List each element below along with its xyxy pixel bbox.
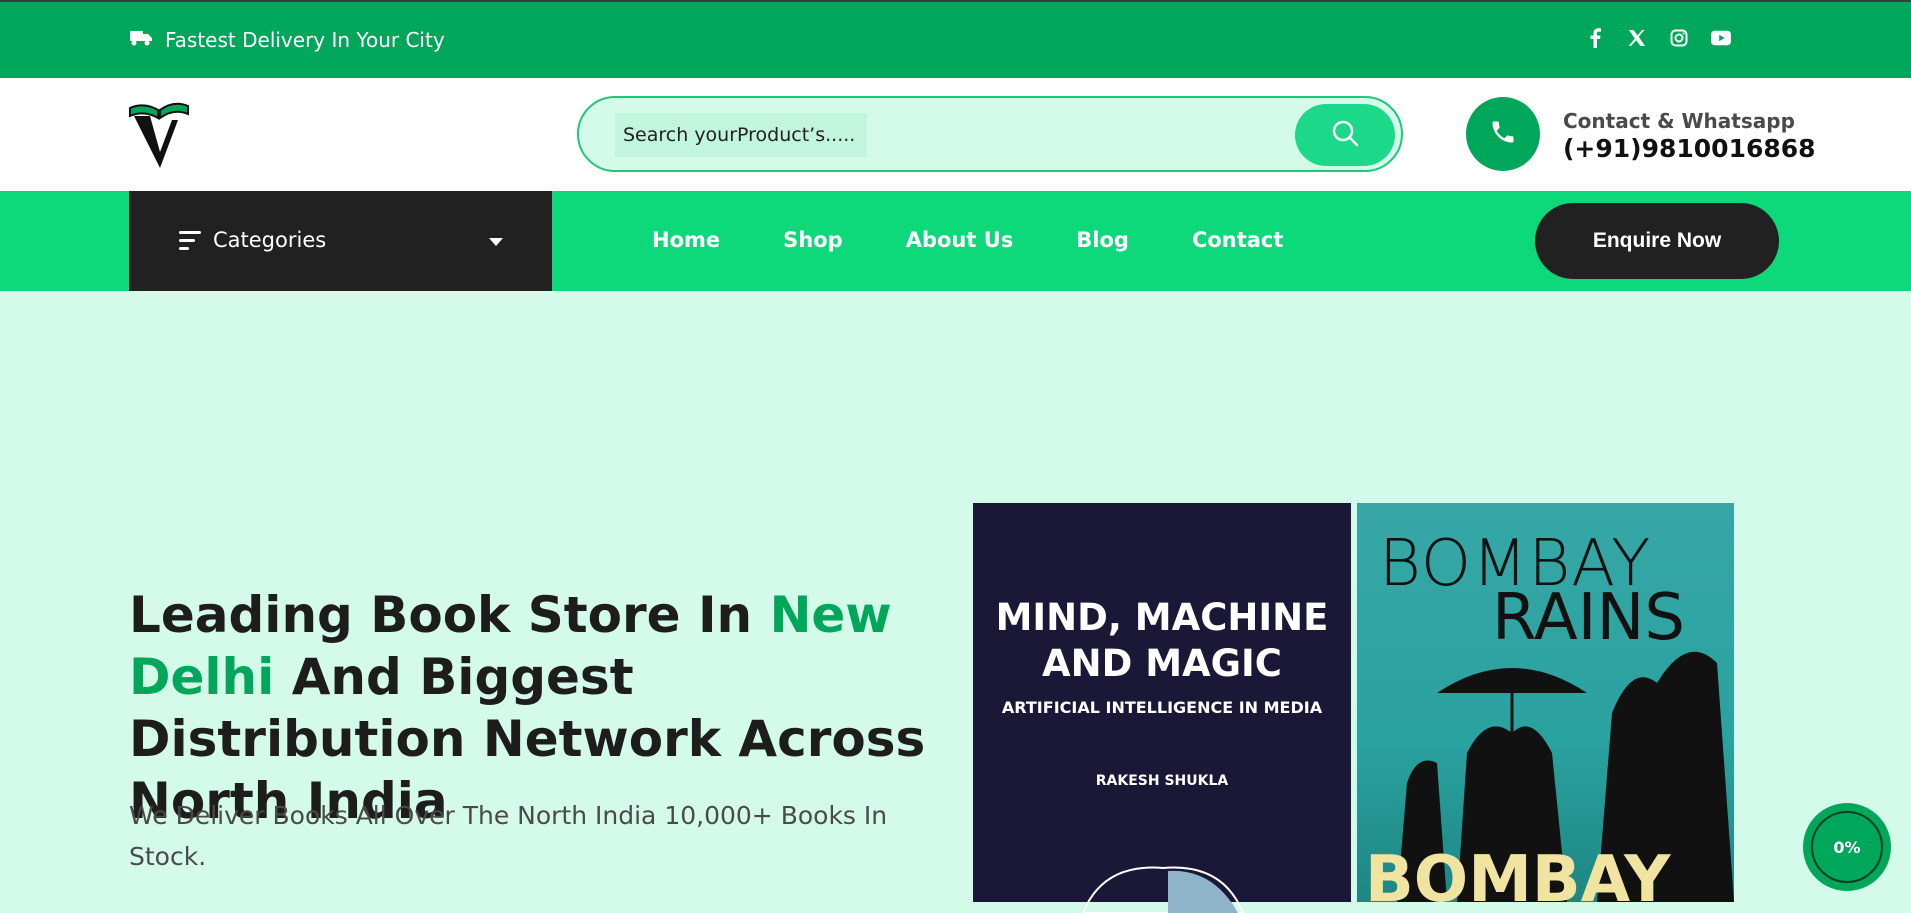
categories-dropdown[interactable]: Categories <box>129 191 552 291</box>
book1-subtitle: ARTIFICIAL INTELLIGENCE IN MEDIA <box>1001 698 1323 717</box>
search-button[interactable] <box>1295 104 1395 166</box>
nav-blog[interactable]: Blog <box>1076 228 1129 252</box>
nav-shop[interactable]: Shop <box>783 228 843 252</box>
hero-title-part1: Leading Book Store In <box>129 586 770 644</box>
categories-label: Categories <box>213 228 327 252</box>
nav-contact[interactable]: Contact <box>1192 228 1284 252</box>
book-v-logo[interactable] <box>128 102 192 170</box>
contact-label: Contact & Whatsapp <box>1563 109 1795 133</box>
search-input[interactable] <box>615 113 867 157</box>
hero-subtitle: We Deliver Books All Over The North Indi… <box>129 801 888 871</box>
delivery-text: Fastest Delivery In Your City <box>165 28 445 52</box>
nav-home[interactable]: Home <box>652 228 720 252</box>
nav-about-us[interactable]: About Us <box>906 228 1014 252</box>
main-menu: Home Shop About Us Blog Contact <box>652 228 1346 252</box>
delivery-info: Fastest Delivery In Your City <box>129 28 445 52</box>
book-cover-mind-machine-magic[interactable]: MIND, MACHINE AND MAGIC ARTIFICIAL INTEL… <box>973 503 1351 913</box>
search-bar <box>577 96 1403 172</box>
instagram-icon[interactable] <box>1669 28 1689 48</box>
x-icon[interactable] <box>1627 28 1647 48</box>
search-icon <box>1331 119 1359 151</box>
phone-button[interactable] <box>1466 97 1540 171</box>
contact-number[interactable]: (+91)9810016868 <box>1563 134 1816 163</box>
scroll-progress-indicator[interactable]: 0% <box>1803 803 1891 891</box>
book2-title-line3: BOMBAY <box>1365 843 1671 902</box>
nav-bar: Categories Home Shop About Us Blog Conta… <box>0 191 1911 291</box>
filter-lines-icon <box>179 231 201 251</box>
brain-illustration-icon <box>1081 866 1245 913</box>
book1-author: RAKESH SHUKLA <box>1095 773 1229 789</box>
enquire-now-button[interactable]: Enquire Now <box>1535 203 1779 279</box>
chevron-down-icon <box>489 238 503 246</box>
youtube-icon[interactable] <box>1711 28 1731 48</box>
book1-title: MIND, MACHINE AND MAGIC <box>995 596 1329 685</box>
phone-icon <box>1489 118 1517 150</box>
book-cover-bombay-rains[interactable]: BOMBAY RAINS BOMBAY <box>1357 503 1734 902</box>
scroll-progress-value: 0% <box>1811 811 1883 883</box>
truck-icon <box>129 28 153 52</box>
facebook-icon[interactable] <box>1585 28 1605 48</box>
top-bar: Fastest Delivery In Your City <box>0 0 1911 78</box>
header: Contact & Whatsapp (+91)9810016868 <box>0 78 1911 191</box>
social-links <box>1585 28 1731 48</box>
